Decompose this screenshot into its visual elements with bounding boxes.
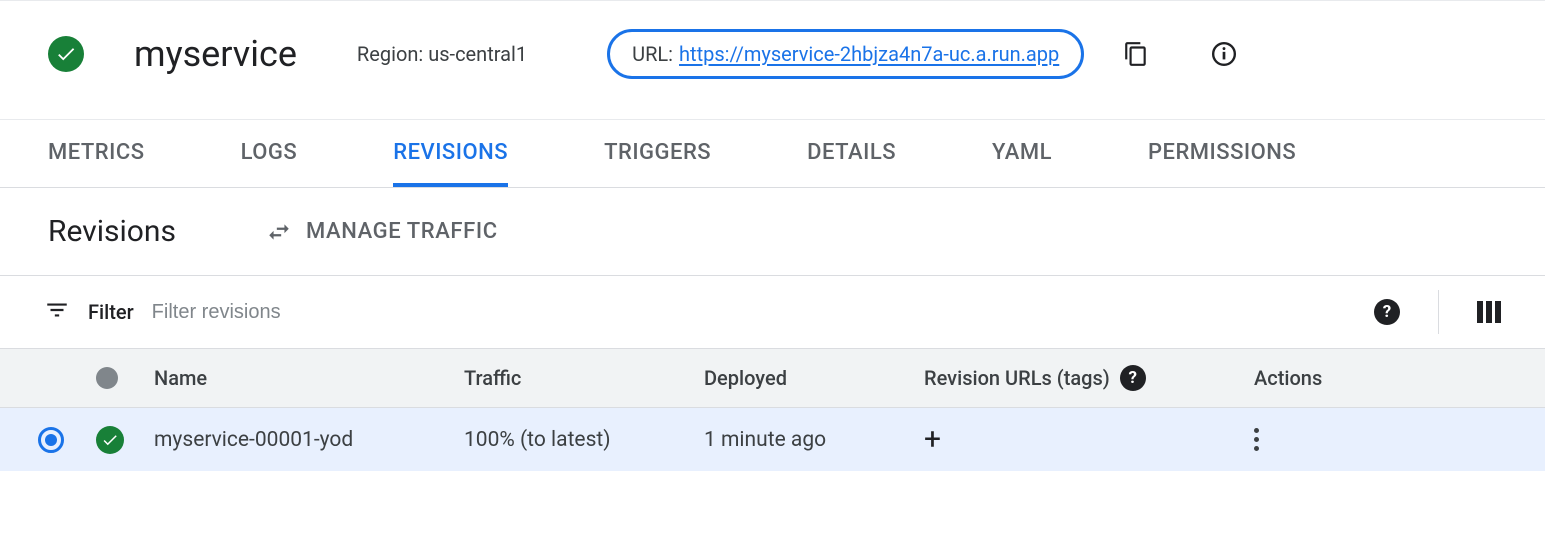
columns-icon[interactable] bbox=[1477, 301, 1501, 323]
col-deployed-header[interactable]: Deployed bbox=[704, 366, 924, 390]
tab-yaml[interactable]: YAML bbox=[992, 120, 1052, 187]
filter-input[interactable] bbox=[152, 301, 1356, 324]
col-name-header[interactable]: Name bbox=[154, 366, 464, 390]
col-status-header bbox=[96, 367, 154, 389]
filter-label: Filter bbox=[88, 300, 134, 324]
status-ok-icon bbox=[96, 426, 124, 454]
col-actions-header: Actions bbox=[1254, 366, 1507, 390]
tab-revisions[interactable]: REVISIONS bbox=[393, 120, 508, 187]
status-ok-icon bbox=[48, 36, 84, 72]
tabs-bar: METRICS LOGS REVISIONS TRIGGERS DETAILS … bbox=[0, 119, 1545, 188]
filter-icon bbox=[44, 297, 70, 327]
filter-toolbar-right: ? bbox=[1374, 290, 1501, 334]
row-actions bbox=[1254, 428, 1507, 451]
help-icon[interactable]: ? bbox=[1374, 299, 1400, 325]
status-dot-icon bbox=[96, 367, 118, 389]
tab-triggers[interactable]: TRIGGERS bbox=[604, 120, 711, 187]
manage-traffic-button[interactable]: MANAGE TRAFFIC bbox=[266, 219, 498, 245]
divider bbox=[1438, 290, 1439, 334]
url-pill: URL: https://myservice-2hbjza4n7a-uc.a.r… bbox=[607, 29, 1084, 79]
manage-traffic-label: MANAGE TRAFFIC bbox=[306, 219, 498, 244]
tab-logs[interactable]: LOGS bbox=[241, 120, 298, 187]
info-icon[interactable] bbox=[1210, 40, 1238, 68]
table-row[interactable]: myservice-00001-yod 100% (to latest) 1 m… bbox=[0, 408, 1545, 471]
swap-icon bbox=[266, 219, 292, 245]
copy-url-button[interactable] bbox=[1122, 40, 1150, 68]
col-urls-header: Revision URLs (tags) ? bbox=[924, 365, 1254, 391]
tab-permissions[interactable]: PERMISSIONS bbox=[1148, 120, 1296, 187]
row-status bbox=[96, 426, 154, 454]
row-deployed: 1 minute ago bbox=[704, 428, 924, 452]
col-traffic-header[interactable]: Traffic bbox=[464, 366, 704, 390]
more-actions-button[interactable] bbox=[1254, 428, 1507, 451]
row-name[interactable]: myservice-00001-yod bbox=[154, 428, 464, 452]
table-header: Name Traffic Deployed Revision URLs (tag… bbox=[0, 348, 1545, 408]
tab-details[interactable]: DETAILS bbox=[807, 120, 896, 187]
help-icon[interactable]: ? bbox=[1120, 365, 1146, 391]
section-header: Revisions MANAGE TRAFFIC bbox=[0, 188, 1545, 275]
filter-bar: Filter ? bbox=[0, 275, 1545, 348]
section-title: Revisions bbox=[48, 214, 176, 249]
url-prefix: URL: bbox=[632, 42, 673, 66]
add-url-button[interactable]: + bbox=[924, 422, 941, 457]
row-radio[interactable] bbox=[38, 427, 96, 453]
col-urls-label: Revision URLs (tags) bbox=[924, 366, 1110, 390]
service-url-link[interactable]: https://myservice-2hbjza4n7a-uc.a.run.ap… bbox=[679, 42, 1059, 66]
region-label: Region: us-central1 bbox=[357, 42, 527, 66]
tab-metrics[interactable]: METRICS bbox=[48, 120, 145, 187]
service-name: myservice bbox=[134, 33, 297, 75]
row-urls: + bbox=[924, 422, 1254, 457]
service-header: myservice Region: us-central1 URL: https… bbox=[0, 0, 1545, 119]
row-traffic: 100% (to latest) bbox=[464, 428, 704, 452]
